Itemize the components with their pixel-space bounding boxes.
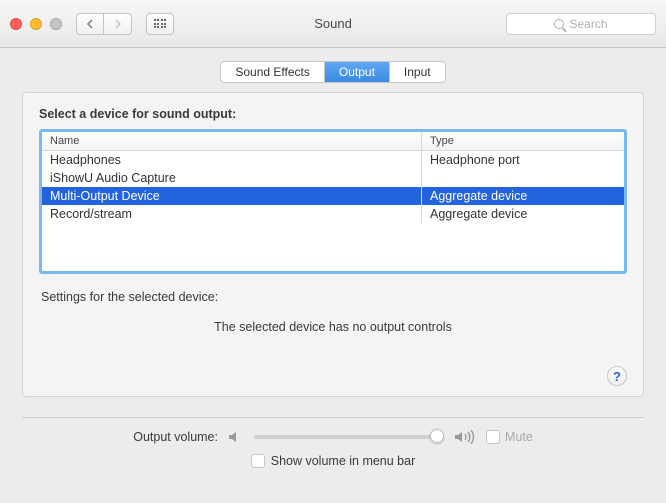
device-name: Multi-Output Device <box>42 187 422 205</box>
grid-icon <box>154 19 167 28</box>
tab-row: Sound Effects Output Input <box>0 48 666 92</box>
table-row[interactable]: Record/stream Aggregate device <box>42 205 624 223</box>
show-menubar-label: Show volume in menu bar <box>271 454 416 468</box>
mute-label: Mute <box>505 430 533 444</box>
no-controls-message: The selected device has no output contro… <box>39 320 627 334</box>
close-window-button[interactable] <box>10 18 22 30</box>
window-controls <box>10 18 62 30</box>
back-button[interactable] <box>76 13 104 35</box>
tab-output[interactable]: Output <box>325 62 390 82</box>
table-body: Headphones Headphone port iShowU Audio C… <box>42 151 624 271</box>
volume-row: Output volume: Mute <box>22 430 644 444</box>
slider-thumb[interactable] <box>430 429 444 443</box>
column-type[interactable]: Type <box>422 132 624 150</box>
menubar-row: Show volume in menu bar <box>22 454 644 468</box>
device-table: Name Type Headphones Headphone port iSho… <box>39 129 627 274</box>
footer: Output volume: Mute Show volume in menu … <box>0 409 666 480</box>
nav-buttons <box>76 13 132 35</box>
device-type: Aggregate device <box>422 187 624 205</box>
search-wrap: Search <box>506 13 656 35</box>
search-placeholder: Search <box>569 17 607 31</box>
device-name: iShowU Audio Capture <box>42 169 422 187</box>
window-title: Sound <box>314 16 352 31</box>
help-row: ? <box>39 366 627 386</box>
zoom-window-button[interactable] <box>50 18 62 30</box>
minimize-window-button[interactable] <box>30 18 42 30</box>
tabs: Sound Effects Output Input <box>221 62 444 82</box>
device-heading: Select a device for sound output: <box>39 107 627 121</box>
show-menubar-checkbox[interactable] <box>251 454 265 468</box>
show-all-button[interactable] <box>146 13 174 35</box>
mute-checkbox[interactable] <box>486 430 500 444</box>
divider <box>22 417 644 418</box>
search-icon <box>554 19 564 29</box>
device-type: Headphone port <box>422 151 624 169</box>
tab-sound-effects[interactable]: Sound Effects <box>221 62 325 82</box>
volume-slider[interactable] <box>254 435 444 439</box>
speaker-low-icon <box>228 430 244 444</box>
device-name: Record/stream <box>42 205 422 223</box>
device-type <box>422 169 624 187</box>
table-row[interactable]: Multi-Output Device Aggregate device <box>42 187 624 205</box>
table-row[interactable]: iShowU Audio Capture <box>42 169 624 187</box>
search-input[interactable]: Search <box>506 13 656 35</box>
chevron-left-icon <box>86 19 94 29</box>
titlebar: Sound Search <box>0 0 666 48</box>
settings-label: Settings for the selected device: <box>41 290 627 304</box>
help-button[interactable]: ? <box>607 366 627 386</box>
speaker-high-icon <box>454 430 476 444</box>
mute-checkbox-group: Mute <box>486 430 533 444</box>
device-type: Aggregate device <box>422 205 624 223</box>
forward-button[interactable] <box>104 13 132 35</box>
tab-input[interactable]: Input <box>390 62 445 82</box>
chevron-right-icon <box>114 19 122 29</box>
main-panel: Select a device for sound output: Name T… <box>22 92 644 397</box>
volume-label: Output volume: <box>133 430 218 444</box>
column-name[interactable]: Name <box>42 132 422 150</box>
table-header: Name Type <box>42 132 624 151</box>
device-name: Headphones <box>42 151 422 169</box>
table-row[interactable]: Headphones Headphone port <box>42 151 624 169</box>
